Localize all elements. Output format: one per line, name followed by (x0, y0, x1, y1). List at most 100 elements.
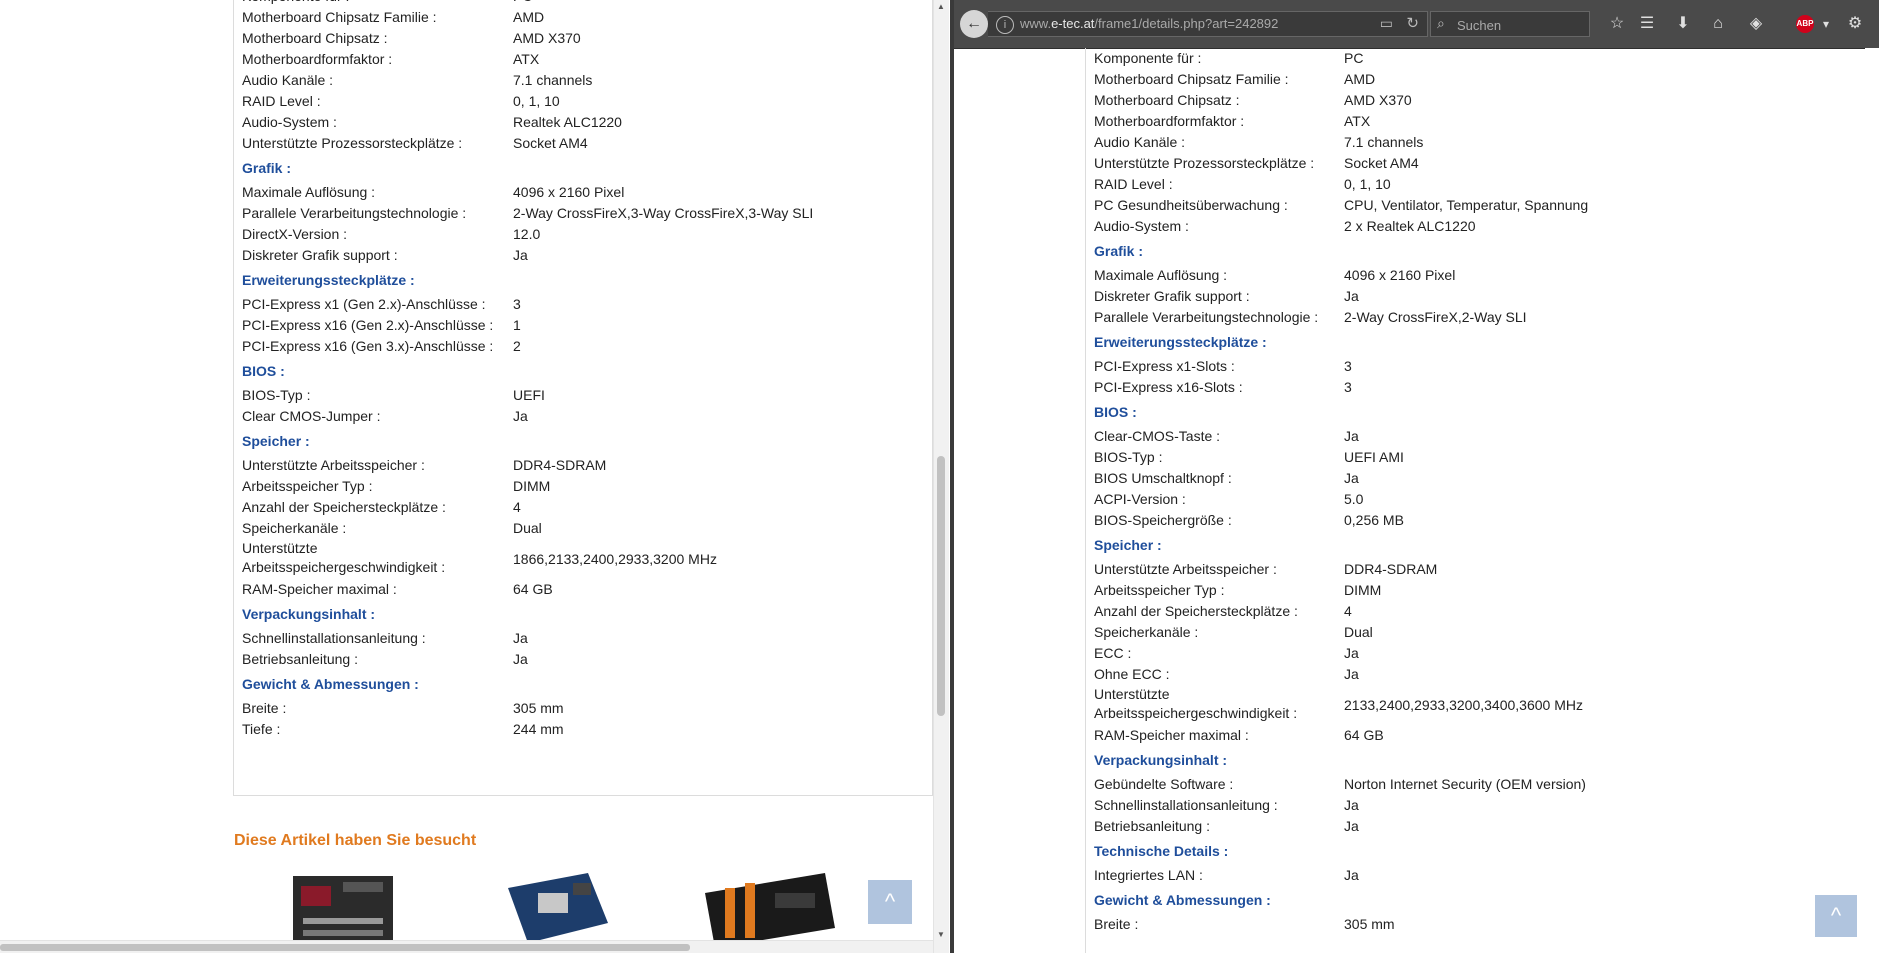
spec-value: 2 x Realtek ALC1220 (1344, 218, 1476, 234)
spec-value: 305 mm (513, 700, 564, 716)
spec-row: PCI-Express x16-Slots : 3 (1094, 377, 1854, 398)
spec-row: Audio-System : 2 x Realtek ALC1220 (1094, 216, 1854, 237)
spec-label: Gebündelte Software : (1094, 776, 1234, 792)
spec-value: 4096 x 2160 Pixel (513, 184, 625, 200)
spec-value: Ja (1344, 288, 1359, 304)
section-heading: Erweiterungssteckplätze : (1094, 334, 1267, 350)
spec-row: Schnellinstallationsanleitung : Ja (1094, 795, 1854, 816)
spec-label: Speicherkanäle : (242, 520, 347, 536)
reader-view-icon[interactable]: ▭ (1380, 15, 1393, 32)
spec-label: Unterstützte Arbeitsspeicher : (1094, 561, 1277, 577)
spec-label: BIOS Umschaltknopf : (1094, 470, 1232, 486)
spec-label: Breite : (242, 700, 287, 716)
spec-label: Motherboard Chipsatz Familie : (1094, 71, 1289, 87)
url-text[interactable]: www.e-tec.at/frame1/details.php?art=2428… (1020, 16, 1278, 31)
spec-row: Komponente für : PC (1094, 48, 1854, 69)
search-input[interactable] (1455, 15, 1589, 35)
home-icon[interactable]: ⌂ (1706, 12, 1730, 36)
spec-value: 3 (1344, 379, 1352, 395)
visited-product-thumb[interactable] (498, 868, 614, 948)
scrollbar-thumb[interactable] (0, 944, 690, 951)
bookmark-star-icon[interactable]: ☆ (1605, 12, 1629, 36)
section-heading: Technische Details : (1094, 843, 1229, 859)
reload-icon[interactable]: ↻ (1406, 14, 1419, 32)
spec-value: Realtek ALC1220 (513, 114, 622, 130)
chevron-down-icon[interactable]: ▾ (1814, 12, 1838, 36)
spec-row: Diskreter Grafik support : Ja (242, 245, 922, 266)
spec-label: Maximale Auflösung : (242, 184, 376, 200)
spec-value: 305 mm (1344, 916, 1395, 932)
bookmarks-list-icon[interactable]: ☰ (1635, 12, 1659, 36)
spec-label: Integriertes LAN : (1094, 867, 1203, 883)
spec-label: Ohne ECC : (1094, 666, 1170, 682)
spec-value: PC (1344, 50, 1364, 66)
spec-row: Gebündelte Software : Norton Internet Sec… (1094, 774, 1854, 795)
pocket-icon[interactable]: ◈ (1744, 12, 1768, 36)
spec-label: Motherboardformfaktor : (1094, 113, 1245, 129)
spec-value: Ja (1344, 867, 1359, 883)
spec-row: Anzahl der Speichersteckplätze : 4 (242, 497, 922, 518)
search-box[interactable]: ⌕ (1430, 11, 1590, 37)
spec-value: Ja (1344, 666, 1359, 682)
back-button[interactable]: ← (960, 10, 988, 38)
download-icon[interactable]: ⬇ (1671, 12, 1695, 36)
spec-label: BIOS-Typ : (1094, 449, 1163, 465)
horizontal-scrollbar[interactable] (0, 940, 933, 953)
spec-label: Parallele Verarbeitungstechnologie : (242, 205, 467, 221)
scrollbar-thumb[interactable] (937, 456, 945, 716)
section-heading: Grafik : (242, 160, 292, 176)
section-heading: Speicher : (242, 433, 310, 449)
section-heading: Verpackungsinhalt : (242, 606, 376, 622)
spec-value: 7.1 channels (1344, 134, 1424, 150)
spec-label: Schnellinstallationsanleitung : (1094, 797, 1278, 813)
page-content: Komponente für : PC Motherboard Chipsatz F… (954, 48, 1879, 953)
spec-row: BIOS-Typ : UEFI AMI (1094, 447, 1854, 468)
spec-row: Motherboardformfaktor : ATX (1094, 111, 1854, 132)
spec-row: Arbeitsspeicher Typ : DIMM (242, 476, 922, 497)
section-heading: Gewicht & Abmessungen : (242, 676, 419, 692)
spec-label: Unterstützte Prozessorsteckplätze : (1094, 155, 1315, 171)
section-heading: Grafik : (1094, 243, 1144, 259)
scroll-up-arrow-icon[interactable]: ▲ (937, 2, 945, 11)
spec-value: Ja (513, 408, 528, 424)
spec-label: Audio Kanäle : (1094, 134, 1186, 150)
visited-product-thumb[interactable] (700, 868, 840, 948)
spec-value: 0, 1, 10 (513, 93, 560, 109)
spec-value: Ja (1344, 470, 1359, 486)
vertical-scrollbar[interactable]: ▲ ▼ (933, 0, 949, 953)
section-heading: BIOS : (1094, 404, 1137, 420)
spec-value: 3 (1344, 358, 1352, 374)
spec-value: AMD X370 (1344, 92, 1412, 108)
spec-row: BIOS-Speichergröße : 0,256 MB (1094, 510, 1854, 531)
spec-label: PCI-Express x16 (Gen 2.x)-Anschlüsse : (242, 317, 494, 333)
spec-row: RAM-Speicher maximal : 64 GB (1094, 725, 1854, 746)
spec-value: CPU, Ventilator, Temperatur, Spannung (1344, 197, 1589, 213)
section-heading: Gewicht & Abmessungen : (1094, 892, 1271, 908)
spec-label: Betriebsanleitung : (242, 651, 358, 667)
spec-label: BIOS-Speichergröße : (1094, 512, 1232, 528)
back-to-top-button[interactable]: ^ (1815, 895, 1857, 937)
back-to-top-button[interactable]: ^ (868, 880, 912, 924)
spec-row: Unterstützte Arbeitsspeichergeschwindigk… (1094, 685, 1854, 725)
spec-label: Speicherkanäle : (1094, 624, 1199, 640)
adblock-icon[interactable]: ABP (1796, 15, 1814, 33)
spec-label: Unterstützte Prozessorsteckplätze : (242, 135, 463, 151)
spec-row: Unterstützte Arbeitsspeichergeschwindigk… (242, 539, 922, 579)
spec-value: AMD X370 (513, 30, 581, 46)
vertical-scrollbar[interactable] (1865, 48, 1879, 953)
spec-row: PCI-Express x1-Slots : 3 (1094, 356, 1854, 377)
spec-label: Motherboard Chipsatz : (1094, 92, 1240, 108)
spec-label: Anzahl der Speichersteckplätze : (242, 499, 446, 515)
scroll-down-arrow-icon[interactable]: ▼ (937, 930, 945, 939)
menu-icon[interactable]: ⚙ (1843, 12, 1867, 36)
spec-row: PCI-Express x16 (Gen 2.x)-Anschlüsse : 1 (242, 315, 922, 336)
spec-value: Ja (513, 630, 528, 646)
info-icon[interactable]: i (996, 16, 1014, 34)
visited-product-thumb[interactable] (283, 868, 399, 948)
spec-label: Anzahl der Speichersteckplätze : (1094, 603, 1298, 619)
url-bar[interactable]: i www.e-tec.at/frame1/details.php?art=24… (988, 11, 1428, 37)
right-browser-window: ← i www.e-tec.at/frame1/details.php?art=… (954, 0, 1879, 953)
spec-row: PC Gesundheitsüberwachung : CPU, Ventilat… (1094, 195, 1854, 216)
spec-label: Motherboardformfaktor : (242, 51, 393, 67)
spec-value: 7.1 channels (513, 72, 593, 88)
